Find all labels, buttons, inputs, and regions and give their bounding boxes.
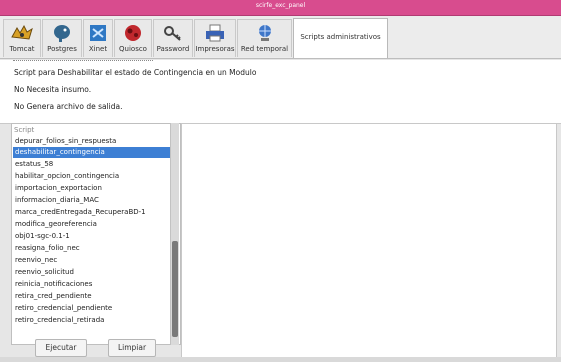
execute-button[interactable]: Ejecutar (35, 339, 87, 357)
list-item[interactable]: marca_credEntregada_RecuperaBD-1 (13, 207, 171, 218)
script-description: Script para Deshabilitar el estado de Co… (14, 68, 257, 77)
network-icon (258, 25, 271, 41)
list-header: Script (14, 126, 35, 134)
tab-scripts-administrativos[interactable]: Scripts administrativos (293, 18, 388, 58)
list-item[interactable]: depurar_folios_sin_respuesta (13, 136, 171, 147)
status-strip (0, 357, 561, 362)
list-item[interactable]: reinicia_notificaciones (13, 279, 171, 290)
list-item[interactable]: habilitar_opcion_contingencia (13, 171, 171, 182)
script-info-panel: Script para Deshabilitar el estado de Co… (0, 60, 561, 124)
tab-postgres[interactable]: Postgres (42, 19, 82, 57)
window-titlebar: scirfe_exc_panel (0, 0, 561, 16)
tab-quiosco[interactable]: Quiosco (114, 19, 152, 57)
list-item[interactable]: reenvio_solicitud (13, 267, 171, 278)
script-input-note: No Necesita insumo. (14, 85, 92, 94)
list-item[interactable]: reasigna_folio_nec (13, 243, 171, 254)
list-item[interactable]: importacion_exportacion (13, 183, 171, 194)
list-item[interactable]: reenvio_nec (13, 255, 171, 266)
list-item-selected[interactable]: deshabilitar_contingencia (13, 147, 171, 158)
toolbar: Tomcat Postgres Xinet Quiosco Password I… (0, 16, 561, 59)
list-item[interactable]: retira_cred_pendiente (13, 291, 171, 302)
script-output-note: No Genera archivo de salida. (14, 102, 123, 111)
list-item[interactable]: modifica_georeferencia (13, 219, 171, 230)
postgres-elephant-icon (54, 25, 70, 42)
tab-impresoras[interactable]: Impresoras (194, 19, 236, 57)
tab-xinet[interactable]: Xinet (83, 19, 113, 57)
list-item[interactable]: retiro_credencial_retirada (13, 315, 171, 326)
quiosco-icon (125, 25, 141, 41)
tab-password[interactable]: Password (153, 19, 193, 57)
xinet-icon (90, 25, 106, 41)
window-title: scirfe_exc_panel (255, 2, 306, 9)
list-item[interactable]: estatus_58 (13, 159, 171, 170)
tab-red-temporal[interactable]: Red temporal (237, 19, 292, 57)
tab-tomcat[interactable]: Tomcat (3, 19, 41, 57)
clear-button[interactable]: Limpiar (108, 339, 156, 357)
script-list[interactable]: Script depurar_folios_sin_respuesta desh… (11, 123, 181, 345)
list-item[interactable]: retiro_credencial_pendiente (13, 303, 171, 314)
list-item[interactable]: obj01-sgc-0.1-1 (13, 231, 171, 242)
list-item[interactable]: informacion_diaria_MAC (13, 195, 171, 206)
printer-icon (206, 24, 224, 42)
tomcat-icon (11, 24, 33, 40)
key-icon (164, 26, 181, 41)
divider (13, 60, 153, 61)
script-output-area[interactable] (181, 123, 557, 358)
script-list-scrollbar[interactable] (170, 123, 179, 345)
scrollbar-thumb[interactable] (172, 241, 178, 337)
